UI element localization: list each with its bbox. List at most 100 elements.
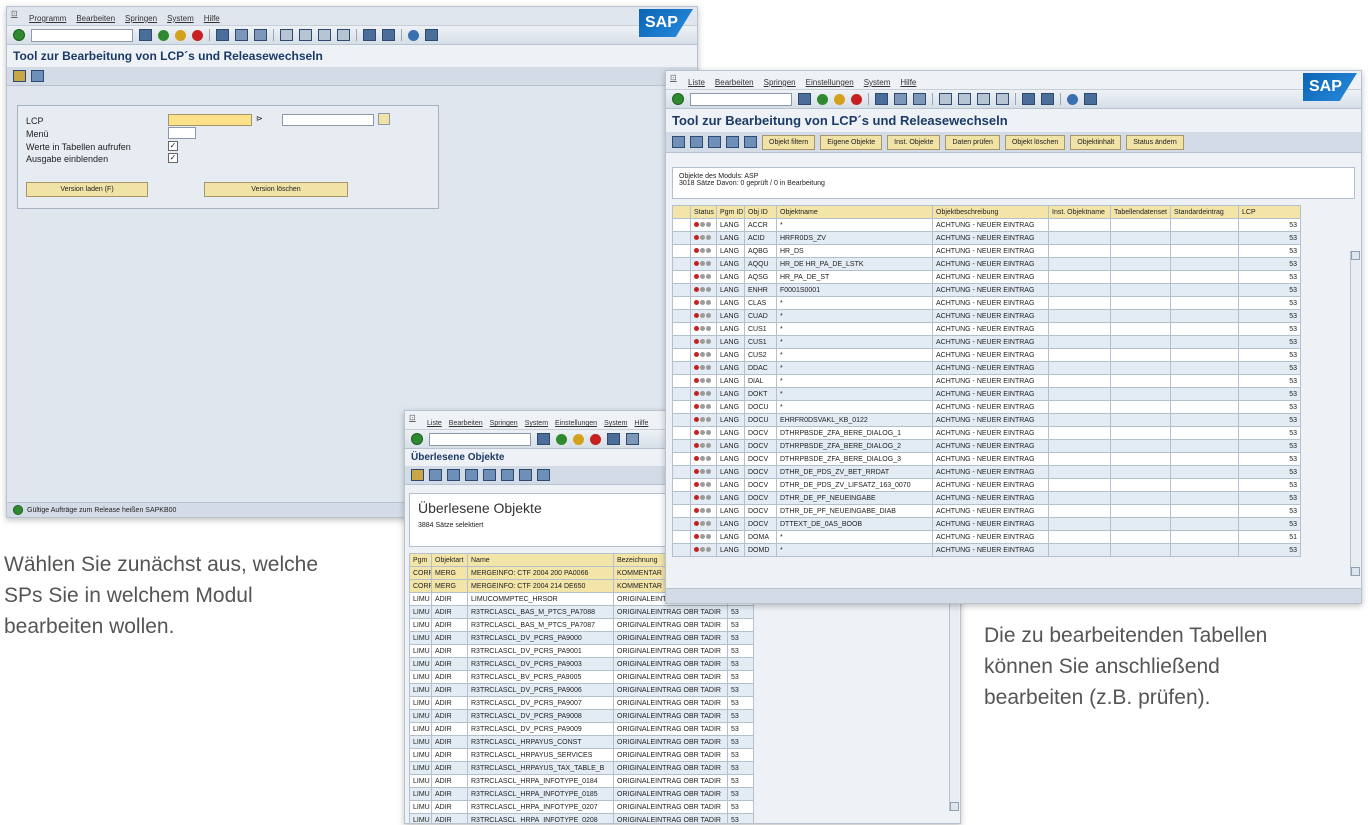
menu-item[interactable]: System xyxy=(167,14,194,23)
row-selector[interactable] xyxy=(672,530,691,544)
eigene-objekte-button[interactable]: Eigene Objekte xyxy=(820,134,883,150)
row-selector[interactable] xyxy=(672,257,691,271)
objekt-filtern-button[interactable]: Objekt filtern xyxy=(762,134,816,150)
table-row[interactable]: LIMU ADIR R3TRCLASCL_DV_PCRS_PA9000 ORIGINA… xyxy=(409,631,754,645)
exit-icon[interactable] xyxy=(834,93,845,105)
menu-item[interactable]: Bearbeiten xyxy=(76,14,115,23)
row-selector[interactable] xyxy=(672,387,691,401)
row-selector[interactable] xyxy=(672,361,691,375)
row-selector[interactable] xyxy=(672,244,691,258)
table-row[interactable]: LANG DOCU EHRFR0DSVAKL_KB_0122 ACHTUNG - NE… xyxy=(672,413,1301,427)
filter-icon[interactable] xyxy=(465,469,478,481)
table-row[interactable]: LANG AQSG HR_PA_DE_ST ACHTUNG - NEUER EINTR… xyxy=(672,270,1301,284)
export-icon[interactable] xyxy=(519,469,532,481)
find-icon[interactable] xyxy=(626,433,639,445)
print-icon[interactable] xyxy=(607,433,620,445)
column-header[interactable]: Pgm xyxy=(409,553,432,567)
table-row[interactable]: LANG DOCV DTHRPBSDE_ZFA_BERE_DIALOG_3 ACHTU… xyxy=(672,452,1301,466)
back-icon[interactable] xyxy=(556,433,567,445)
new-session-icon[interactable] xyxy=(363,29,376,41)
last-page-icon[interactable] xyxy=(996,93,1009,105)
row-selector[interactable] xyxy=(672,322,691,336)
cancel-icon[interactable] xyxy=(192,29,203,41)
row-selector[interactable] xyxy=(672,283,691,297)
column-header[interactable]: Objektart xyxy=(431,553,468,567)
row-selector[interactable] xyxy=(672,413,691,427)
filter-icon[interactable] xyxy=(726,136,739,148)
prev-page-icon[interactable] xyxy=(299,29,312,41)
find-icon[interactable] xyxy=(235,29,248,41)
table-row[interactable]: LANG AQQU HR_DE HR_PA_DE_LSTK ACHTUNG - NEU… xyxy=(672,257,1301,271)
column-header[interactable]: Pgm ID xyxy=(716,205,745,219)
table-row[interactable]: LANG DOCV DTHR_DE_PF_NEUEINGABE ACHTUNG - N… xyxy=(672,491,1301,505)
table-row[interactable]: LANG CUS2 * ACHTUNG - NEUER EINTRAG 53 xyxy=(672,348,1301,362)
scroll-down-icon[interactable] xyxy=(950,802,959,811)
menu-item[interactable]: Einstellungen xyxy=(806,78,854,87)
window-menu-icon[interactable]: ⊡ xyxy=(670,73,680,83)
menu-item[interactable]: Hilfe xyxy=(204,14,220,23)
column-header[interactable]: LCP xyxy=(1238,205,1301,219)
row-selector[interactable] xyxy=(672,452,691,466)
lcp-from-field[interactable] xyxy=(168,114,252,126)
enter-icon[interactable] xyxy=(411,433,423,445)
print-icon[interactable] xyxy=(875,93,888,105)
table-row[interactable]: LIMU ADIR R3TRCLASCL_DV_PCRS_PA9001 ORIGINA… xyxy=(409,644,754,658)
variant-icon[interactable] xyxy=(31,70,44,82)
layout-icon[interactable] xyxy=(537,469,550,481)
table-row[interactable]: LIMU ADIR R3TRCLASCL_HRPAYUS_SERVICES ORIGI… xyxy=(409,748,754,762)
column-header[interactable]: Tabellendatenset xyxy=(1110,205,1171,219)
table-row[interactable]: LIMU ADIR R3TRCLASCL_HRPAYUS_CONST ORIGINAL… xyxy=(409,735,754,749)
menu-item[interactable]: Springen xyxy=(490,420,518,427)
column-header[interactable]: Objektname xyxy=(776,205,933,219)
sum-icon[interactable] xyxy=(744,136,757,148)
save-icon[interactable] xyxy=(139,29,152,41)
refresh-icon[interactable] xyxy=(411,469,424,481)
table-row[interactable]: LIMU ADIR R3TRCLASCL_DV_PCRS_PA9007 ORIGINA… xyxy=(409,696,754,710)
multiple-selection-icon[interactable] xyxy=(378,113,390,125)
table-row[interactable]: LIMU ADIR R3TRCLASCL_DV_PCRS_PA9006 ORIGINA… xyxy=(409,683,754,697)
row-selector[interactable] xyxy=(672,465,691,479)
row-selector[interactable] xyxy=(672,543,691,557)
save-icon[interactable] xyxy=(798,93,811,105)
first-page-icon[interactable] xyxy=(280,29,293,41)
window-menu-icon[interactable]: ⊡ xyxy=(11,9,21,19)
cancel-icon[interactable] xyxy=(590,433,601,445)
command-field[interactable] xyxy=(429,432,531,446)
column-header[interactable]: Name xyxy=(467,553,614,567)
table-row[interactable]: LANG DOCV DTTEXT_DE_0AS_BOOB ACHTUNG - NEUE… xyxy=(672,517,1301,531)
layout-icon[interactable] xyxy=(425,29,438,41)
menu-item[interactable]: Springen xyxy=(125,14,157,23)
find-next-icon[interactable] xyxy=(913,93,926,105)
menu-item[interactable]: System xyxy=(525,420,548,427)
row-selector[interactable] xyxy=(672,335,691,349)
daten-pruefen-button[interactable]: Daten prüfen xyxy=(945,134,1000,150)
menu-item[interactable]: Hilfe xyxy=(900,78,916,87)
table-row[interactable]: LANG DOMA * ACHTUNG - NEUER EINTRAG 51 xyxy=(672,530,1301,544)
command-field[interactable] xyxy=(690,92,792,106)
row-selector[interactable] xyxy=(672,348,691,362)
command-field[interactable] xyxy=(31,28,133,42)
table-row[interactable]: LANG AQBG HR_DS ACHTUNG - NEUER EINTRAG 53 xyxy=(672,244,1301,258)
table-row[interactable]: LIMU ADIR R3TRCLASCL_DV_PCRS_PA9003 ORIGINA… xyxy=(409,657,754,671)
table-row[interactable]: LANG DOCV DTHR_DE_PDS_ZV_LIFSATZ_163_0070 A… xyxy=(672,478,1301,492)
lcp-to-field[interactable] xyxy=(282,114,374,126)
print-preview-icon[interactable] xyxy=(501,469,514,481)
next-page-icon[interactable] xyxy=(977,93,990,105)
table-row[interactable]: LIMU ADIR R3TRCLASCL_DV_PCRS_PA9009 ORIGINA… xyxy=(409,722,754,736)
ausgabe-checkbox[interactable]: ✓ xyxy=(168,153,178,163)
row-selector[interactable] xyxy=(672,478,691,492)
inst-objekte-button[interactable]: Inst. Objekte xyxy=(887,134,941,150)
version-loeschen-button[interactable]: Version löschen xyxy=(204,182,348,197)
sum-icon[interactable] xyxy=(483,469,496,481)
table-row[interactable]: LANG CLAS * ACHTUNG - NEUER EINTRAG 53 xyxy=(672,296,1301,310)
new-session-icon[interactable] xyxy=(1022,93,1035,105)
version-laden-button[interactable]: Version laden (F) xyxy=(26,182,148,197)
print-icon[interactable] xyxy=(216,29,229,41)
table-row[interactable]: LANG CUS1 * ACHTUNG - NEUER EINTRAG 53 xyxy=(672,322,1301,336)
table-row[interactable]: LIMU ADIR R3TRCLASCL_HRPA_INFOTYPE_0184 ORI… xyxy=(409,774,754,788)
find-icon[interactable] xyxy=(894,93,907,105)
row-selector[interactable] xyxy=(672,426,691,440)
sort-descending-icon[interactable] xyxy=(447,469,460,481)
menu-item[interactable]: System xyxy=(604,420,627,427)
menu-item[interactable]: Programm xyxy=(29,14,66,23)
